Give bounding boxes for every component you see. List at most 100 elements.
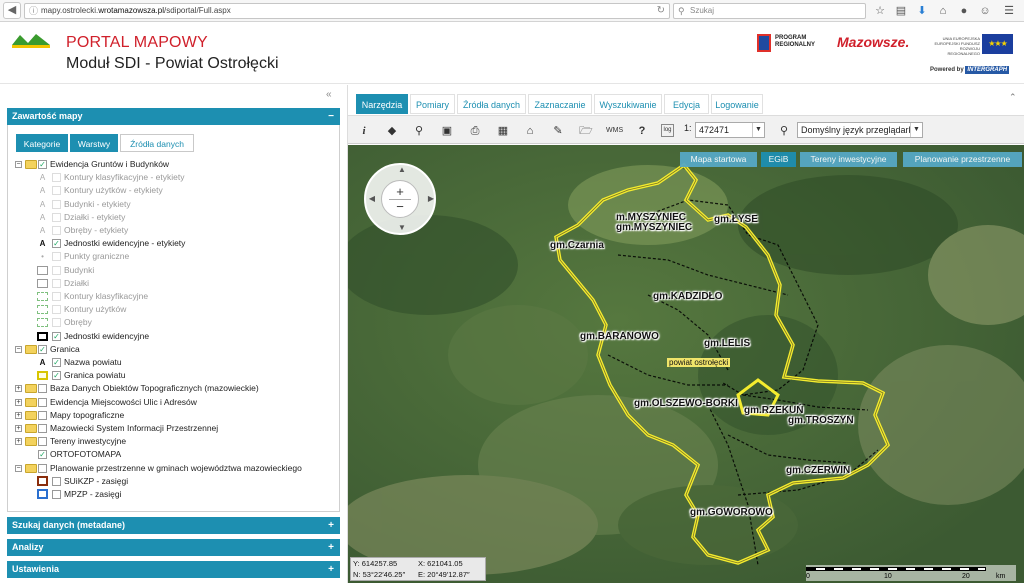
panel-search-metadata[interactable]: Szukaj danych (metadane) + [7, 517, 340, 534]
map-tab-egib[interactable]: EGiB [761, 152, 796, 167]
tab-warstwy[interactable]: Warstwy [70, 134, 118, 152]
map-canvas[interactable]: Mapa startowa EGiB Tereny inwestycyjne P… [348, 145, 1024, 583]
help-icon[interactable]: ? [634, 123, 650, 139]
layer-checkbox[interactable] [52, 477, 61, 486]
layer-checkbox[interactable]: ✓ [52, 239, 61, 248]
reader-icon[interactable]: ▤ [893, 3, 909, 19]
scale-select[interactable]: 472471 ▼ [695, 122, 765, 138]
collapse-node-icon[interactable]: − [15, 161, 22, 168]
zoom-tool-icon[interactable]: ⚲ [411, 123, 427, 139]
tab-narzedzia[interactable]: Narzędzia [356, 94, 408, 114]
tab-zaznaczanie[interactable]: Zaznaczanie [528, 94, 592, 114]
collapse-up-icon[interactable]: ⌃ [1009, 92, 1017, 103]
layer-label: MPZP - zasięgi [64, 489, 122, 499]
layer-checkbox[interactable] [38, 464, 47, 473]
smile-icon[interactable]: ☺ [977, 3, 993, 19]
layer-label: Ewidencja Gruntów i Budynków [50, 159, 170, 169]
layer-label: Tereny inwestycyjne [50, 436, 127, 446]
layer-label: Kontury klasyfikacyjne - etykiety [64, 172, 185, 182]
pan-down-icon[interactable]: ▼ [397, 223, 407, 232]
panel-header-map-content[interactable]: Zawartość mapy − [7, 108, 340, 125]
layer-checkbox[interactable] [38, 437, 47, 446]
chat-icon[interactable]: ● [956, 3, 972, 19]
map-label-gm-troszyn: gm.TROSZYN [788, 415, 854, 426]
layer-checkbox[interactable]: ✓ [52, 332, 61, 341]
label-layer-icon: A [39, 226, 46, 235]
chevron-down-icon[interactable]: ▼ [910, 123, 922, 137]
eu-flag-icon: ★★★ [982, 34, 1013, 54]
tab-zrodla-danych[interactable]: Źródła danych [120, 134, 194, 152]
browser-search[interactable]: ⚲ Szukaj [673, 3, 866, 19]
language-select[interactable]: Domyślny język przeglądarki ▼ [797, 122, 923, 138]
expand-node-icon[interactable]: + [15, 425, 22, 432]
layer-checkbox[interactable]: ✓ [38, 345, 47, 354]
layers-tool-icon[interactable]: ◆ [384, 123, 400, 139]
intergraph-logo: INTERGRAPH [965, 66, 1010, 74]
expand-node-icon[interactable]: + [15, 399, 22, 406]
tab-zrodla[interactable]: Źródła danych [457, 94, 526, 114]
map-tab-planowanie[interactable]: Planowanie przestrzenne [903, 152, 1022, 167]
collapse-panel-icon[interactable]: « [326, 89, 332, 100]
tab-edycja[interactable]: Edycja [664, 94, 709, 114]
save-icon[interactable]: ▣ [439, 123, 455, 139]
layer-checkbox[interactable]: ✓ [52, 371, 61, 380]
tab-logowanie[interactable]: Logowanie [711, 94, 763, 114]
pan-up-icon[interactable]: ▲ [397, 165, 407, 174]
info-tool-icon[interactable]: i [356, 123, 372, 139]
zoom-scale-icon[interactable]: ⚲ [776, 123, 792, 139]
panel-analyses[interactable]: Analizy + [7, 539, 340, 556]
expand-node-icon[interactable]: + [15, 412, 22, 419]
layer-checkbox[interactable] [52, 490, 61, 499]
layer-label: Kontury użytków [64, 304, 127, 314]
wms-icon[interactable]: WMS [606, 123, 623, 139]
browser-toolbar: ◀ ⓘ mapy.ostrolecki.wrotamazowsza.pl/sdi… [0, 0, 1024, 22]
layer-checkbox[interactable]: ✓ [52, 358, 61, 367]
tab-kategorie[interactable]: Kategorie [16, 134, 68, 152]
zoom-in-icon[interactable]: + [382, 185, 418, 199]
layer-checkbox [52, 252, 61, 261]
layer-checkbox [52, 305, 61, 314]
layer-checkbox[interactable] [38, 424, 47, 433]
zoom-out-icon[interactable]: − [382, 200, 418, 214]
layer-checkbox[interactable] [38, 398, 47, 407]
table-icon[interactable]: ▦ [495, 123, 511, 139]
pan-left-icon[interactable]: ◀ [367, 194, 377, 203]
plus-icon[interactable]: + [328, 517, 334, 534]
home-map-icon[interactable]: ⌂ [522, 123, 538, 139]
layer-checkbox[interactable] [38, 411, 47, 420]
menu-icon[interactable]: ☰ [1001, 3, 1017, 19]
chevron-down-icon[interactable]: ▼ [752, 123, 764, 137]
scalebar-label: 20 [962, 573, 970, 580]
expand-node-icon[interactable]: + [15, 385, 22, 392]
pan-right-icon[interactable]: ▶ [426, 194, 436, 203]
plus-icon[interactable]: + [328, 561, 334, 578]
layer-checkbox[interactable]: ✓ [38, 160, 47, 169]
plus-icon[interactable]: + [328, 539, 334, 556]
back-icon[interactable]: ◀ [3, 2, 21, 19]
map-tab-mapa-startowa[interactable]: Mapa startowa [680, 152, 757, 167]
pen-icon[interactable]: ✎ [550, 123, 566, 139]
minus-icon[interactable]: − [328, 108, 334, 125]
collapse-node-icon[interactable]: − [15, 346, 22, 353]
url-path: /sdiportal/Full.aspx [164, 6, 231, 15]
map-label-gm-myszyniec: gm.MYSZYNIEC [616, 222, 693, 233]
folder-icon[interactable]: 🗁 [578, 123, 594, 139]
collapse-node-icon[interactable]: − [15, 465, 22, 472]
reload-icon[interactable]: ↻ [657, 4, 665, 18]
download-icon[interactable]: ⬇ [914, 3, 930, 19]
info-icon[interactable]: ⓘ [29, 4, 38, 18]
panel-settings[interactable]: Ustawienia + [7, 561, 340, 578]
tab-pomiary[interactable]: Pomiary [410, 94, 455, 114]
layer-checkbox[interactable] [38, 384, 47, 393]
print-icon[interactable]: ⎙ [467, 123, 483, 139]
star-icon[interactable]: ☆ [872, 3, 888, 19]
map-tab-tereny-inwestycyjne[interactable]: Tereny inwestycyjne [800, 152, 897, 167]
url-bar[interactable]: ⓘ mapy.ostrolecki.wrotamazowsza.pl/sdipo… [24, 3, 670, 19]
map-navigation-control[interactable]: ▲ ▼ ◀ ▶ + − [364, 163, 436, 235]
expand-node-icon[interactable]: + [15, 438, 22, 445]
tab-wyszukiwanie[interactable]: Wyszukiwanie [594, 94, 662, 114]
layer-checkbox[interactable]: ✓ [38, 450, 47, 459]
powered-by: Powered by INTERGRAPH [930, 66, 1010, 74]
log-icon[interactable]: log [661, 124, 674, 137]
home-icon[interactable]: ⌂ [935, 3, 951, 19]
